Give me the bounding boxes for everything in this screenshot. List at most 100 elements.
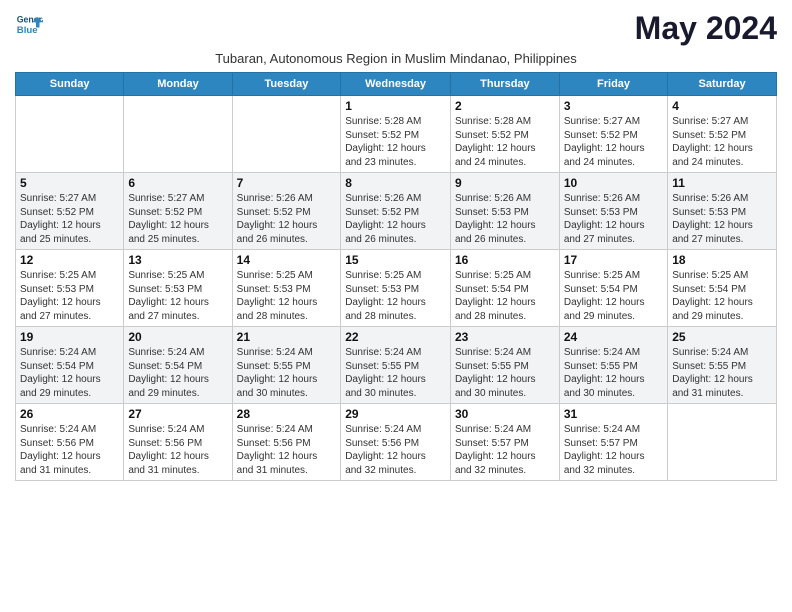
day-info: Sunrise: 5:28 AM Sunset: 5:52 PM Dayligh… — [345, 115, 446, 169]
calendar-cell: 20Sunrise: 5:24 AM Sunset: 5:54 PM Dayli… — [124, 327, 232, 404]
day-info: Sunrise: 5:28 AM Sunset: 5:52 PM Dayligh… — [455, 115, 555, 169]
calendar: SundayMondayTuesdayWednesdayThursdayFrid… — [15, 72, 777, 481]
calendar-cell: 6 Sunrise: 5:27 AM Sunset: 5:52 PM Daylig… — [124, 173, 232, 250]
calendar-cell: 11Sunrise: 5:26 AM Sunset: 5:53 PM Dayli… — [668, 173, 777, 250]
calendar-cell: 17 Sunrise: 5:25 AM Sunset: 5:54 PM Dayli… — [559, 250, 667, 327]
day-info: Sunrise: 5:24 AM Sunset: 5:55 PM Dayligh… — [345, 346, 446, 400]
day-number: 28 — [237, 407, 337, 421]
calendar-cell: 9 Sunrise: 5:26 AM Sunset: 5:53 PM Daylig… — [450, 173, 559, 250]
day-number: 26 — [20, 407, 119, 421]
day-number: 8 — [345, 176, 446, 190]
calendar-cell: 15 Sunrise: 5:25 AM Sunset: 5:53 PM Dayli… — [341, 250, 451, 327]
day-number: 9 — [455, 176, 555, 190]
day-number: 30 — [455, 407, 555, 421]
day-of-week-header: Friday — [559, 73, 667, 96]
day-number: 4 — [672, 99, 772, 113]
day-number: 19 — [20, 330, 119, 344]
day-info: Sunrise: 5:25 AM Sunset: 5:54 PM Dayligh… — [564, 269, 663, 323]
day-number: 13 — [128, 253, 227, 267]
day-info: Sunrise: 5:26 AM Sunset: 5:53 PM Dayligh… — [672, 192, 772, 246]
calendar-cell — [16, 96, 124, 173]
calendar-cell: 13 Sunrise: 5:25 AM Sunset: 5:53 PM Dayli… — [124, 250, 232, 327]
day-info: Sunrise: 5:24 AM Sunset: 5:55 PM Dayligh… — [455, 346, 555, 400]
day-number: 3 — [564, 99, 663, 113]
subtitle: Tubaran, Autonomous Region in Muslim Min… — [15, 51, 777, 66]
day-of-week-header: Wednesday — [341, 73, 451, 96]
day-number: 10 — [564, 176, 663, 190]
day-number: 6 — [128, 176, 227, 190]
day-info: Sunrise: 5:24 AM Sunset: 5:56 PM Dayligh… — [345, 423, 446, 477]
month-title: May 2024 — [635, 10, 777, 47]
calendar-cell: 22 Sunrise: 5:24 AM Sunset: 5:55 PM Dayli… — [341, 327, 451, 404]
day-number: 16 — [455, 253, 555, 267]
day-info: Sunrise: 5:24 AM Sunset: 5:54 PM Dayligh… — [20, 346, 119, 400]
day-number: 14 — [237, 253, 337, 267]
day-info: Sunrise: 5:24 AM Sunset: 5:54 PM Dayligh… — [128, 346, 227, 400]
calendar-cell: 19 Sunrise: 5:24 AM Sunset: 5:54 PM Dayli… — [16, 327, 124, 404]
svg-text:Blue: Blue — [17, 25, 38, 36]
calendar-cell: 16Sunrise: 5:25 AM Sunset: 5:54 PM Dayli… — [450, 250, 559, 327]
calendar-cell: 12 Sunrise: 5:25 AM Sunset: 5:53 PM Dayli… — [16, 250, 124, 327]
calendar-cell: 30Sunrise: 5:24 AM Sunset: 5:57 PM Dayli… — [450, 404, 559, 481]
calendar-cell: 27 Sunrise: 5:24 AM Sunset: 5:56 PM Dayli… — [124, 404, 232, 481]
page: General Blue May 2024 Tubaran, Autonomou… — [0, 0, 792, 491]
day-info: Sunrise: 5:24 AM Sunset: 5:55 PM Dayligh… — [237, 346, 337, 400]
logo-icon: General Blue — [15, 10, 43, 38]
calendar-cell: 24 Sunrise: 5:24 AM Sunset: 5:55 PM Dayli… — [559, 327, 667, 404]
day-number: 15 — [345, 253, 446, 267]
calendar-week-row: 12 Sunrise: 5:25 AM Sunset: 5:53 PM Dayli… — [16, 250, 777, 327]
day-info: Sunrise: 5:24 AM Sunset: 5:57 PM Dayligh… — [564, 423, 663, 477]
day-number: 24 — [564, 330, 663, 344]
day-number: 21 — [237, 330, 337, 344]
day-info: Sunrise: 5:24 AM Sunset: 5:55 PM Dayligh… — [564, 346, 663, 400]
calendar-cell: 10 Sunrise: 5:26 AM Sunset: 5:53 PM Dayli… — [559, 173, 667, 250]
day-info: Sunrise: 5:27 AM Sunset: 5:52 PM Dayligh… — [564, 115, 663, 169]
day-info: Sunrise: 5:25 AM Sunset: 5:53 PM Dayligh… — [20, 269, 119, 323]
day-number: 12 — [20, 253, 119, 267]
calendar-cell — [124, 96, 232, 173]
day-number: 31 — [564, 407, 663, 421]
calendar-cell: 5Sunrise: 5:27 AM Sunset: 5:52 PM Daylig… — [16, 173, 124, 250]
day-number: 7 — [237, 176, 337, 190]
calendar-cell: 1 Sunrise: 5:28 AM Sunset: 5:52 PM Daylig… — [341, 96, 451, 173]
calendar-cell: 4Sunrise: 5:27 AM Sunset: 5:52 PM Daylig… — [668, 96, 777, 173]
day-of-week-header: Monday — [124, 73, 232, 96]
calendar-cell: 14 Sunrise: 5:25 AM Sunset: 5:53 PM Dayli… — [232, 250, 341, 327]
day-info: Sunrise: 5:24 AM Sunset: 5:55 PM Dayligh… — [672, 346, 772, 400]
day-info: Sunrise: 5:27 AM Sunset: 5:52 PM Dayligh… — [128, 192, 227, 246]
calendar-cell — [232, 96, 341, 173]
calendar-cell: 23Sunrise: 5:24 AM Sunset: 5:55 PM Dayli… — [450, 327, 559, 404]
day-info: Sunrise: 5:26 AM Sunset: 5:53 PM Dayligh… — [564, 192, 663, 246]
day-number: 25 — [672, 330, 772, 344]
day-number: 2 — [455, 99, 555, 113]
day-info: Sunrise: 5:24 AM Sunset: 5:56 PM Dayligh… — [237, 423, 337, 477]
day-info: Sunrise: 5:25 AM Sunset: 5:53 PM Dayligh… — [237, 269, 337, 323]
day-info: Sunrise: 5:26 AM Sunset: 5:53 PM Dayligh… — [455, 192, 555, 246]
calendar-week-row: 19 Sunrise: 5:24 AM Sunset: 5:54 PM Dayli… — [16, 327, 777, 404]
calendar-cell: 31 Sunrise: 5:24 AM Sunset: 5:57 PM Dayli… — [559, 404, 667, 481]
header: General Blue May 2024 — [15, 10, 777, 47]
calendar-cell: 7Sunrise: 5:26 AM Sunset: 5:52 PM Daylig… — [232, 173, 341, 250]
day-of-week-header: Tuesday — [232, 73, 341, 96]
day-number: 1 — [345, 99, 446, 113]
day-info: Sunrise: 5:24 AM Sunset: 5:56 PM Dayligh… — [128, 423, 227, 477]
day-of-week-header: Saturday — [668, 73, 777, 96]
day-info: Sunrise: 5:25 AM Sunset: 5:53 PM Dayligh… — [345, 269, 446, 323]
logo: General Blue — [15, 10, 43, 38]
calendar-header-row: SundayMondayTuesdayWednesdayThursdayFrid… — [16, 73, 777, 96]
calendar-cell: 28 Sunrise: 5:24 AM Sunset: 5:56 PM Dayli… — [232, 404, 341, 481]
day-info: Sunrise: 5:24 AM Sunset: 5:56 PM Dayligh… — [20, 423, 119, 477]
day-number: 18 — [672, 253, 772, 267]
day-number: 27 — [128, 407, 227, 421]
calendar-cell — [668, 404, 777, 481]
calendar-cell: 29 Sunrise: 5:24 AM Sunset: 5:56 PM Dayli… — [341, 404, 451, 481]
day-info: Sunrise: 5:25 AM Sunset: 5:53 PM Dayligh… — [128, 269, 227, 323]
day-number: 22 — [345, 330, 446, 344]
day-number: 17 — [564, 253, 663, 267]
calendar-cell: 21 Sunrise: 5:24 AM Sunset: 5:55 PM Dayli… — [232, 327, 341, 404]
calendar-cell: 18 Sunrise: 5:25 AM Sunset: 5:54 PM Dayli… — [668, 250, 777, 327]
day-info: Sunrise: 5:25 AM Sunset: 5:54 PM Dayligh… — [672, 269, 772, 323]
day-info: Sunrise: 5:27 AM Sunset: 5:52 PM Dayligh… — [20, 192, 119, 246]
calendar-cell: 3 Sunrise: 5:27 AM Sunset: 5:52 PM Daylig… — [559, 96, 667, 173]
day-number: 29 — [345, 407, 446, 421]
